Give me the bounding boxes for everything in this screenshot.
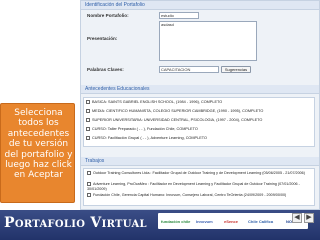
portfolio-form-panel: Identificación del Portafolio Nombre Por… <box>80 0 320 210</box>
checkbox[interactable] <box>86 100 90 104</box>
education-item[interactable]: MEDIA: CIENTIFICO HUMANISTA, COLEGIO SUP… <box>86 109 263 113</box>
chile-califica-logo: Chile Califica <box>248 219 274 224</box>
checkbox[interactable] <box>86 136 90 140</box>
identification-section-title: Identificación del Portafolio <box>81 1 319 10</box>
education-item-label: CURSO: Facilitación Grupal ( - - ), Adve… <box>92 136 207 140</box>
job-item-label: Adventure Learning, ProOcaMeo : Facilita… <box>87 182 300 191</box>
jobs-section-title: Trabajos <box>81 157 319 166</box>
jobs-list: Outdoor Training Consultores Ltda.: Faci… <box>83 168 315 206</box>
innovum-logo: Innovum <box>196 219 213 224</box>
job-item[interactable]: Outdoor Training Consultores Ltda.: Faci… <box>87 171 311 176</box>
education-item-label: SUPERIOR UNIVERSITARIA: UNIVERSIDAD CENT… <box>92 118 263 122</box>
checkbox[interactable] <box>86 109 90 113</box>
fundacion-chile-logo: fundación chile <box>161 219 191 224</box>
checkbox[interactable] <box>86 127 90 131</box>
education-item-label: BASICA: SAINTS GABRIEL ENGLISH SCHOOL, (… <box>92 100 223 104</box>
portfolio-name-label: Nombre Portafolio: <box>87 13 129 18</box>
instruction-callout-text: Selecciona todos los antecedentes de tu … <box>4 108 73 181</box>
education-item[interactable]: CURSO: Facilitación Grupal ( - - ), Adve… <box>86 136 207 140</box>
suggestions-button[interactable]: Sugerencias <box>221 66 251 73</box>
education-item[interactable]: BASICA: SAINTS GABRIEL ENGLISH SCHOOL, (… <box>86 100 222 104</box>
checkbox[interactable] <box>86 118 90 122</box>
education-section-title: Antecedentes Educacionales <box>81 85 319 94</box>
next-arrow-icon[interactable]: ▶ <box>304 213 314 223</box>
job-item-label: Outdoor Training Consultores Ltda.: Faci… <box>93 171 305 175</box>
footer-title: Portafolio Virtual <box>4 215 147 231</box>
job-item[interactable]: Fundación Chile, Gerencia Capital Humano… <box>87 193 311 198</box>
education-item-label: CURSO: Taller Preparado ( - - ), Fundaci… <box>92 127 198 131</box>
checkbox[interactable] <box>87 171 91 176</box>
instruction-callout: Selecciona todos los antecedentes de tu … <box>0 103 75 203</box>
sponsor-logos: fundación chile Innovum eSence Chile Cal… <box>158 213 308 229</box>
education-item-label: MEDIA: CIENTIFICO HUMANISTA, COLEGIO SUP… <box>92 109 264 113</box>
education-list: BASICA: SAINTS GABRIEL ENGLISH SCHOOL, (… <box>83 97 315 147</box>
esence-logo: eSence <box>224 219 239 224</box>
education-item[interactable]: CURSO: Taller Preparado ( - - ), Fundaci… <box>86 127 198 131</box>
prev-arrow-icon[interactable]: ◀ <box>292 213 302 223</box>
job-item[interactable]: Adventure Learning, ProOcaMeo : Facilita… <box>87 182 311 191</box>
presentation-label: Presentación: <box>87 36 118 41</box>
job-item-label: Fundación Chile, Gerencia Capital Humano… <box>93 193 287 197</box>
keywords-input[interactable]: CAPACITACION <box>159 66 219 73</box>
checkbox[interactable] <box>87 193 91 198</box>
education-item[interactable]: SUPERIOR UNIVERSITARIA: UNIVERSIDAD CENT… <box>86 118 262 122</box>
presentation-textarea[interactable]: asdasd <box>159 21 257 61</box>
keywords-label: Palabras Claves: <box>87 67 124 72</box>
portfolio-name-input[interactable]: estudio <box>159 12 199 19</box>
